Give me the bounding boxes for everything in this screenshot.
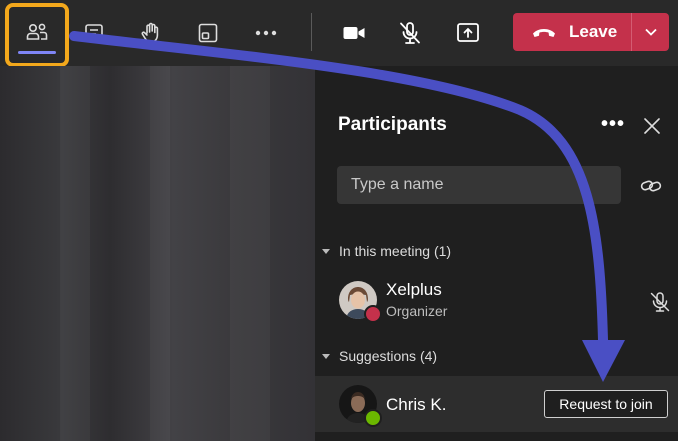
hang-up-icon xyxy=(533,29,555,37)
in-meeting-section-toggle[interactable]: In this meeting (1) xyxy=(322,243,451,259)
raise-hand-button[interactable] xyxy=(125,8,177,58)
presence-busy-badge xyxy=(364,305,382,323)
avatar xyxy=(339,281,382,323)
link-icon[interactable] xyxy=(639,174,663,198)
rooms-icon xyxy=(198,23,218,43)
leave-label: Leave xyxy=(569,22,618,41)
people-icon xyxy=(26,23,48,40)
participant-row[interactable]: Xelplus Organizer xyxy=(315,275,678,331)
camera-icon xyxy=(343,27,365,39)
meeting-toolbar: Leave xyxy=(0,0,678,67)
avatar xyxy=(339,385,382,427)
microphone-button[interactable] xyxy=(384,8,436,58)
caret-down-icon xyxy=(322,353,330,359)
mic-off-icon[interactable] xyxy=(648,290,672,314)
toolbar-divider xyxy=(311,13,312,51)
raise-hand-icon xyxy=(141,22,159,43)
panel-title: Participants xyxy=(338,114,447,135)
mic-off-icon xyxy=(400,22,420,44)
presence-available-badge xyxy=(364,409,382,427)
participant-name: Xelplus xyxy=(386,280,442,299)
share-icon xyxy=(457,23,479,42)
chat-icon xyxy=(85,24,103,40)
suggestion-name: Chris K. xyxy=(386,395,447,414)
camera-button[interactable] xyxy=(328,8,380,58)
close-icon[interactable] xyxy=(641,115,663,137)
participant-role: Organizer xyxy=(386,303,448,319)
leave-dropdown-button[interactable] xyxy=(632,13,669,51)
caret-down-icon xyxy=(322,248,330,254)
leave-button[interactable]: Leave xyxy=(513,13,631,51)
suggestions-section-toggle[interactable]: Suggestions (4) xyxy=(322,348,437,364)
video-area xyxy=(0,66,315,441)
panel-more-icon[interactable]: ••• xyxy=(599,111,627,139)
chevron-down-icon xyxy=(644,28,657,36)
request-to-join-button[interactable]: Request to join xyxy=(544,390,668,418)
leave-button-group: Leave xyxy=(513,13,669,51)
rooms-button[interactable] xyxy=(182,8,234,58)
more-icon xyxy=(255,30,277,36)
leave-separator xyxy=(631,13,632,51)
in-meeting-label: In this meeting (1) xyxy=(339,243,452,259)
suggestions-label: Suggestions (4) xyxy=(339,348,438,364)
share-screen-button[interactable] xyxy=(442,8,494,58)
suggestion-row[interactable]: Chris K. Request to join xyxy=(315,376,678,432)
search-input[interactable] xyxy=(337,166,621,204)
participants-panel: Participants ••• In this meeting (1) Xel… xyxy=(315,66,678,441)
chat-button[interactable] xyxy=(68,8,120,58)
active-tab-indicator xyxy=(18,51,56,54)
more-actions-button[interactable] xyxy=(240,8,292,58)
